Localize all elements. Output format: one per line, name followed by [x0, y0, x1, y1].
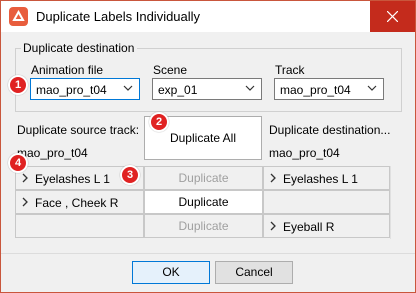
- title-bar: Duplicate Labels Individually: [1, 1, 415, 32]
- divider: [1, 253, 415, 254]
- ok-button[interactable]: OK: [132, 261, 210, 284]
- chevron-right-icon: [270, 173, 276, 183]
- chevron-down-icon: [245, 85, 255, 91]
- close-icon: [387, 11, 398, 22]
- destination-label-text: Eyeball R: [283, 220, 335, 234]
- destination-track-value: mao_pro_t04: [269, 146, 340, 160]
- destination-track-label: Duplicate destination...: [269, 123, 391, 137]
- duplicate-button[interactable]: Duplicate: [144, 190, 263, 214]
- callout-badge: 3: [120, 165, 140, 185]
- chevron-right-icon: [270, 221, 276, 231]
- grid-scrollbar[interactable]: [390, 166, 400, 239]
- scene-select[interactable]: exp_01: [152, 78, 262, 100]
- animation-file-select[interactable]: mao_pro_t04: [30, 78, 140, 100]
- source-label-text: Eyelashes L 1: [35, 172, 110, 186]
- scene-label: Scene: [153, 63, 188, 77]
- chevron-right-icon: [22, 197, 28, 207]
- callout-badge: 1: [8, 75, 28, 95]
- chevron-right-icon: [22, 173, 28, 183]
- source-track-value: mao_pro_t04: [17, 146, 88, 160]
- callout-badge: 4: [8, 153, 28, 173]
- track-label: Track: [275, 63, 305, 77]
- animation-file-value: mao_pro_t04: [36, 83, 107, 97]
- window-title: Duplicate Labels Individually: [36, 9, 201, 24]
- source-track-label: Duplicate source track:: [17, 123, 140, 137]
- dialog-window: Duplicate Labels Individually Duplicate …: [0, 0, 416, 293]
- source-label-text: Face , Cheek R: [35, 196, 119, 210]
- destination-label-row[interactable]: Eyelashes L 1: [263, 166, 390, 190]
- scene-value: exp_01: [158, 83, 198, 97]
- callout-badge: 2: [149, 112, 169, 132]
- close-button[interactable]: [370, 1, 415, 32]
- animation-file-label: Animation file: [31, 63, 104, 77]
- chevron-down-icon: [367, 85, 377, 91]
- destination-label-row[interactable]: Eyeball R: [263, 214, 390, 238]
- destination-group-legend: Duplicate destination: [21, 41, 138, 55]
- destination-label-text: Eyelashes L 1: [283, 172, 358, 186]
- duplicate-button[interactable]: Duplicate: [144, 214, 263, 238]
- chevron-down-icon: [123, 85, 133, 91]
- destination-label-row-empty: [263, 190, 390, 214]
- label-mapping-grid: Eyelashes L 1 Duplicate Eyelashes L 1 Fa…: [15, 166, 390, 239]
- track-value: mao_pro_t04: [280, 83, 351, 97]
- duplicate-button[interactable]: Duplicate: [144, 166, 263, 190]
- source-label-row[interactable]: Face , Cheek R: [15, 190, 144, 214]
- source-label-row-empty: [15, 214, 144, 238]
- app-icon: [9, 7, 28, 26]
- track-select[interactable]: mao_pro_t04: [274, 78, 384, 100]
- cancel-button[interactable]: Cancel: [215, 261, 293, 284]
